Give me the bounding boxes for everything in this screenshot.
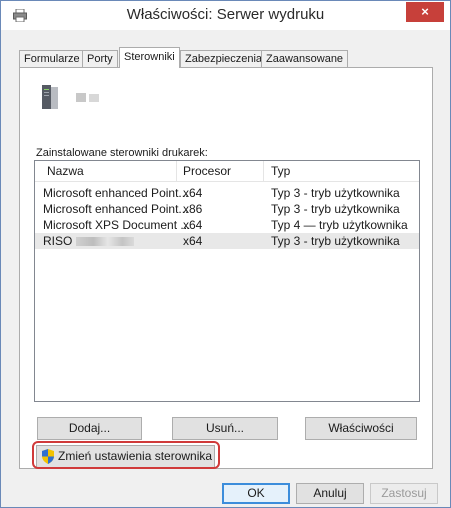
tab-ports[interactable]: Porty [82, 50, 118, 67]
print-server-properties-window: Właściwości: Serwer wydruku × Formularze… [0, 0, 451, 508]
column-header-name[interactable]: Nazwa [47, 164, 84, 178]
column-header-processor[interactable]: Procesor [183, 164, 231, 178]
server-name-redacted [76, 93, 99, 102]
driver-type: Typ 4 — tryb użytkownika [271, 218, 408, 232]
title-bar[interactable]: Właściwości: Serwer wydruku × [1, 1, 450, 30]
driver-properties-button[interactable]: Właściwości [305, 417, 417, 440]
driver-type: Typ 3 - tryb użytkownika [271, 186, 400, 200]
close-button[interactable]: × [406, 2, 444, 22]
driver-name: RISO [43, 234, 135, 248]
driver-name: Microsoft XPS Document ... [43, 218, 191, 232]
table-row[interactable]: Microsoft enhanced Point... x64 Typ 3 - … [35, 185, 419, 201]
apply-button[interactable]: Zastosuj [370, 483, 438, 504]
table-row[interactable]: Microsoft enhanced Point... x86 Typ 3 - … [35, 201, 419, 217]
driver-processor: x64 [183, 186, 203, 200]
driver-name-redacted [76, 237, 135, 247]
table-row-selected[interactable]: RISO x64 Typ 3 - tryb użytkownika [35, 233, 419, 249]
tab-drivers[interactable]: Sterowniki [119, 47, 180, 68]
add-driver-button[interactable]: Dodaj... [37, 417, 142, 440]
column-divider[interactable] [263, 161, 264, 181]
change-driver-settings-button[interactable]: Zmień ustawienia sterownika [36, 445, 215, 468]
drivers-tab-panel: Zainstalowane sterowniki drukarek: Nazwa… [19, 67, 433, 469]
driver-name: Microsoft enhanced Point... [43, 186, 189, 200]
column-header-type[interactable]: Typ [271, 164, 290, 178]
cancel-button[interactable]: Anuluj [296, 483, 364, 504]
change-driver-settings-label: Zmień ustawienia sterownika [58, 449, 213, 463]
driver-name-text: RISO [43, 234, 73, 248]
driver-processor: x64 [183, 218, 203, 232]
driver-processor: x64 [183, 234, 203, 248]
tab-advanced[interactable]: Zaawansowane [261, 50, 349, 67]
ok-button[interactable]: OK [222, 483, 290, 504]
remove-driver-button[interactable]: Usuń... [172, 417, 278, 440]
server-icon [42, 85, 58, 109]
driver-type: Typ 3 - tryb użytkownika [271, 202, 400, 216]
close-icon: × [421, 4, 429, 19]
table-row[interactable]: Microsoft XPS Document ... x64 Typ 4 — t… [35, 217, 419, 233]
driver-type: Typ 3 - tryb użytkownika [271, 234, 400, 248]
list-header: Nazwa Procesor Typ [35, 161, 419, 182]
installed-drivers-label: Zainstalowane sterowniki drukarek: [36, 147, 208, 159]
tab-security[interactable]: Zabezpieczenia [180, 50, 268, 67]
driver-name: Microsoft enhanced Point... [43, 202, 189, 216]
tab-forms[interactable]: Formularze [19, 50, 85, 67]
drivers-list[interactable]: Nazwa Procesor Typ Microsoft enhanced Po… [34, 160, 420, 402]
column-divider[interactable] [176, 161, 177, 181]
driver-processor: x86 [183, 202, 203, 216]
window-title: Właściwości: Serwer wydruku [126, 6, 325, 23]
uac-shield-icon [42, 449, 54, 464]
